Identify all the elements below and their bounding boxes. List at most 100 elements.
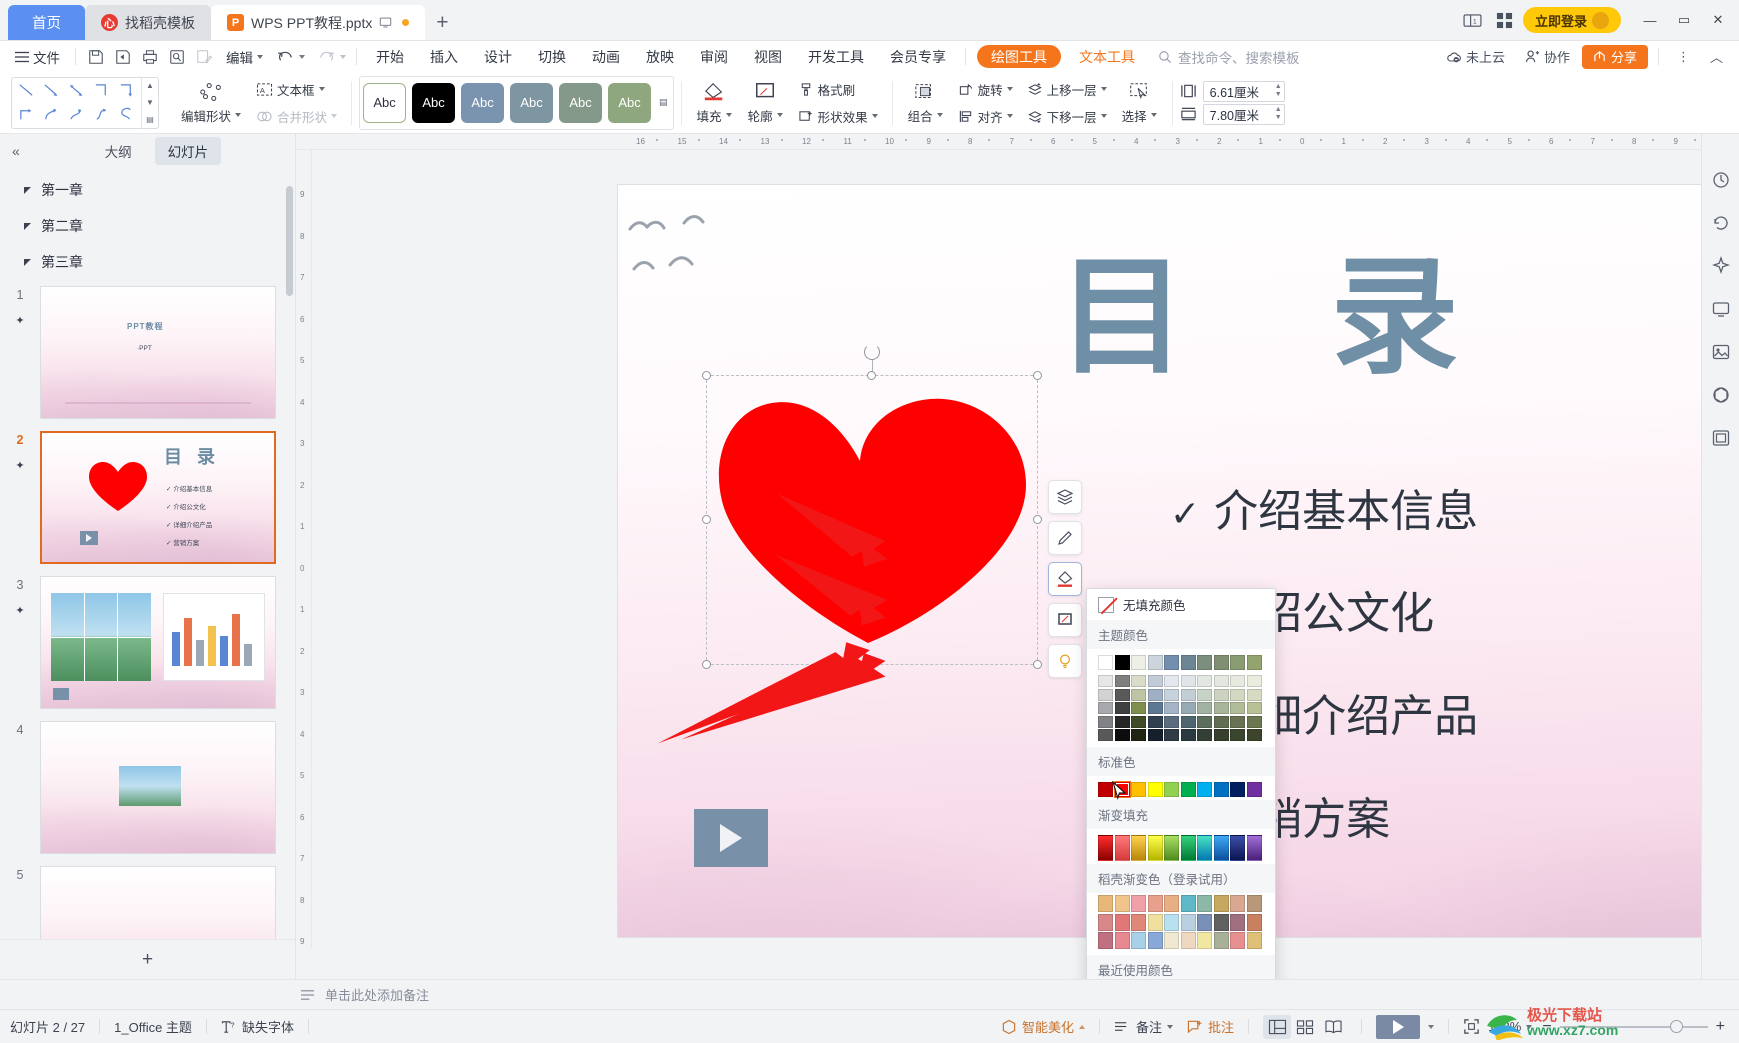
shape-style-5[interactable]: Abc	[608, 82, 652, 123]
husk-gradient-swatch-1-0[interactable]	[1098, 913, 1113, 931]
gradient-color-swatch-3[interactable]	[1147, 835, 1163, 861]
theme-variant-swatch-4-0[interactable]	[1098, 729, 1113, 741]
theme-colors-row-main[interactable]	[1087, 649, 1275, 673]
theme-color-swatch-7[interactable]	[1213, 655, 1229, 670]
theme-variant-swatch-0-6[interactable]	[1197, 675, 1212, 687]
theme-variant-swatch-1-0[interactable]	[1098, 688, 1113, 701]
theme-variant-swatch-1-7[interactable]	[1213, 688, 1229, 701]
shape-line[interactable]	[14, 79, 39, 103]
zoom-slider[interactable]	[1559, 1020, 1708, 1034]
tab-document[interactable]: P WPS PPT教程.pptx	[211, 5, 426, 40]
edit-doc-icon[interactable]	[190, 43, 217, 70]
standard-color-swatch-8[interactable]	[1230, 782, 1245, 797]
tab-developer[interactable]: 开发工具	[795, 41, 877, 72]
theme-variant-swatch-1-5[interactable]	[1180, 688, 1196, 701]
husk-gradient-swatch-0-7[interactable]	[1213, 895, 1229, 912]
shape-effect-button[interactable]: 形状效果	[791, 104, 885, 129]
fit-to-window-button[interactable]	[1463, 1018, 1480, 1035]
resize-handle-sw[interactable]	[702, 660, 711, 669]
scroll-down-icon[interactable]: ▼	[146, 98, 154, 107]
standard-color-swatch-7[interactable]	[1213, 782, 1229, 797]
husk-gradient-swatch-0-4[interactable]	[1164, 895, 1179, 912]
fill-button[interactable]: 填充	[689, 79, 740, 127]
theme-variant-swatch-2-6[interactable]	[1197, 702, 1212, 714]
search-input[interactable]: 查找命令、搜索模板	[1158, 47, 1300, 67]
theme-variant-swatch-2-2[interactable]	[1131, 702, 1146, 714]
theme-variant-swatch-3-1[interactable]	[1114, 715, 1130, 728]
comment-button[interactable]: 批注	[1187, 1017, 1234, 1036]
husk-gradient-swatch-2-7[interactable]	[1213, 932, 1229, 949]
theme-color-swatch-1[interactable]	[1114, 655, 1130, 670]
husk-gradient-swatch-1-3[interactable]	[1147, 913, 1163, 931]
tab-home[interactable]: 首页	[8, 5, 85, 40]
theme-variant-swatch-3-9[interactable]	[1246, 715, 1262, 728]
theme-variant-swatch-4-2[interactable]	[1131, 729, 1146, 741]
editing-stage[interactable]: 2023年7月11日星期二 目 录 ✓介绍基本信息 ✓介绍公文化 ✓详细介绍产品…	[296, 150, 1701, 979]
standard-color-swatch-0[interactable]	[1098, 782, 1113, 797]
resize-handle-n[interactable]	[867, 371, 876, 380]
theme-variant-swatch-3-5[interactable]	[1180, 715, 1196, 728]
save-as-icon[interactable]	[109, 43, 136, 70]
theme-variant-swatch-4-4[interactable]	[1164, 729, 1179, 741]
stepper-up-icon[interactable]: ▲	[1275, 83, 1282, 90]
shape-s-curve[interactable]	[114, 103, 139, 127]
theme-variant-swatch-4-7[interactable]	[1213, 729, 1229, 741]
tab-docer-template[interactable]: 心 找稻壳模板	[85, 5, 211, 40]
navigator-scroll-thumb[interactable]	[286, 186, 293, 296]
slide-preview[interactable]	[40, 576, 276, 709]
tab-slides[interactable]: 幻灯片	[154, 137, 222, 165]
zoom-knob[interactable]	[1669, 1020, 1683, 1033]
share-button[interactable]: 分享	[1581, 44, 1648, 69]
husk-gradient-swatch-2-4[interactable]	[1164, 932, 1179, 949]
husk-gradient-swatch-0-3[interactable]	[1147, 895, 1163, 912]
husk-gradient-swatch-0-2[interactable]	[1131, 895, 1146, 912]
husk-gradient-swatch-0-8[interactable]	[1230, 895, 1245, 912]
undo-chevron-icon[interactable]	[299, 54, 305, 59]
collaborate-button[interactable]: 协作	[1517, 47, 1578, 66]
standard-color-swatch-4[interactable]	[1164, 782, 1179, 797]
shape-curve-1[interactable]	[39, 103, 64, 127]
cloud-status-button[interactable]: 未上云	[1438, 47, 1513, 66]
theme-variant-swatch-2-8[interactable]	[1230, 702, 1245, 714]
navigator-scrollbar[interactable]	[285, 168, 294, 939]
theme-variant-swatch-3-2[interactable]	[1131, 715, 1146, 728]
rotate-button[interactable]: 旋转	[951, 77, 1020, 102]
theme-variant-swatch-1-9[interactable]	[1246, 688, 1262, 701]
tab-drawing-tools[interactable]: 绘图工具	[977, 45, 1061, 68]
husk-gradient-swatch-2-1[interactable]	[1114, 932, 1130, 949]
husk-gradient-swatch-1-5[interactable]	[1180, 913, 1196, 931]
theme-variant-swatch-0-7[interactable]	[1213, 675, 1229, 687]
resize-handle-ne[interactable]	[1033, 371, 1042, 380]
husk-gradient-rows[interactable]	[1087, 893, 1275, 955]
resize-handle-se[interactable]	[1033, 660, 1042, 669]
save-icon[interactable]	[82, 43, 109, 70]
theme-variant-swatch-4-5[interactable]	[1180, 729, 1196, 741]
media-play-placeholder[interactable]	[694, 809, 768, 867]
shape-elbow-arrow[interactable]	[114, 79, 139, 103]
edit-shape-button[interactable]: 编辑形状	[173, 79, 249, 127]
gradient-color-swatch-5[interactable]	[1180, 835, 1196, 861]
husk-gradient-swatch-2-0[interactable]	[1098, 932, 1113, 949]
resize-handle-nw[interactable]	[702, 371, 711, 380]
theme-color-swatch-5[interactable]	[1180, 655, 1196, 670]
husk-gradient-swatch-2-6[interactable]	[1197, 932, 1212, 949]
theme-variant-swatch-0-1[interactable]	[1114, 675, 1130, 687]
slide-thumb-2[interactable]: 2 ✦ 目 录 ✓ 介绍基本信息 ✓ 介绍公文化 ✓ 详细介绍产品 ✓ 营销方案	[0, 425, 295, 570]
gradient-color-swatch-4[interactable]	[1164, 835, 1179, 861]
shapes-gallery[interactable]: ▲ ▼ ▤	[11, 76, 159, 129]
zoom-level[interactable]: 102%	[1488, 1019, 1533, 1034]
theme-variant-swatch-2-5[interactable]	[1180, 702, 1196, 714]
resize-handle-w[interactable]	[702, 515, 711, 524]
ai-icon[interactable]	[1709, 254, 1733, 278]
standard-color-swatch-3[interactable]	[1147, 782, 1163, 797]
shape-style-1[interactable]: Abc	[412, 82, 456, 123]
shapes-gallery-scroll[interactable]: ▲ ▼ ▤	[141, 76, 158, 129]
chapter-item-1[interactable]: 第一章	[0, 172, 295, 208]
shape-style-3[interactable]: Abc	[510, 82, 554, 123]
gradient-color-swatch-0[interactable]	[1098, 835, 1113, 861]
gradient-color-swatch-2[interactable]	[1131, 835, 1146, 861]
theme-variant-swatch-0-2[interactable]	[1131, 675, 1146, 687]
husk-gradient-swatch-0-5[interactable]	[1180, 895, 1196, 912]
chapter-item-3[interactable]: 第三章	[0, 244, 295, 280]
collapse-ribbon-button[interactable]: ︿	[1702, 47, 1731, 66]
